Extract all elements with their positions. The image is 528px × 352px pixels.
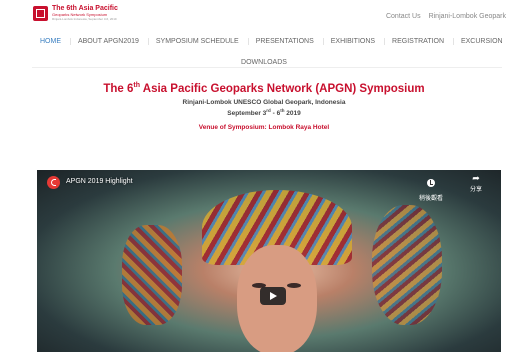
- logo-title[interactable]: The 6th Asia Pacific: [52, 5, 118, 12]
- apgn-logo-icon[interactable]: [33, 6, 48, 21]
- venue-text: Venue of Symposium: Lombok Raya Hotel: [198, 124, 330, 131]
- eye-right: [287, 283, 301, 288]
- contact-us-link[interactable]: Contact Us: [386, 13, 421, 20]
- location-line: Rinjani-Lombok UNESCO Global Geopark, In…: [182, 99, 346, 106]
- nav-item-excursion[interactable]: EXCURSION: [452, 38, 510, 45]
- nav-row: HOME ABOUT APGN2019 SYMPOSIUM SCHEDULE P…: [40, 38, 510, 45]
- nav-item-registration[interactable]: REGISTRATION: [384, 38, 451, 45]
- nav-item-downloads[interactable]: DOWNLOADS: [0, 59, 528, 66]
- watch-later-button[interactable]: 稍後觀看: [413, 174, 449, 202]
- nav-item-about[interactable]: ABOUT APGN2019: [69, 38, 146, 45]
- channel-avatar-icon[interactable]: [47, 176, 60, 189]
- date-line: September 3rd - 6th 2019: [0, 107, 528, 118]
- logo-subtitle-2: Rinjani-Lombok Indonesia, September 3-6,…: [52, 17, 117, 21]
- costume-right: [372, 205, 442, 325]
- share-icon: ➦: [472, 173, 480, 183]
- date-end: - 6: [270, 110, 281, 118]
- event-subtitle: Rinjani-Lombok UNESCO Global Geopark, In…: [0, 99, 528, 118]
- video-player[interactable]: APGN 2019 Highlight 稍後觀看 ➦ 分享: [37, 170, 501, 352]
- nav-item-home[interactable]: HOME: [40, 38, 68, 45]
- share-button[interactable]: ➦ 分享: [463, 173, 489, 194]
- date-start: September 3: [227, 110, 267, 118]
- clock-icon: [427, 179, 435, 187]
- video-title[interactable]: APGN 2019 Highlight: [66, 178, 133, 185]
- title-prefix: The 6: [103, 82, 134, 95]
- page-title: The 6th Asia Pacific Geoparks Network (A…: [0, 82, 528, 95]
- nav-item-schedule[interactable]: SYMPOSIUM SCHEDULE: [147, 38, 246, 45]
- watch-later-label: 稍後觀看: [418, 196, 443, 202]
- nav-item-presentations[interactable]: PRESENTATIONS: [247, 38, 321, 45]
- play-button[interactable]: [260, 287, 286, 305]
- top-links: Contact Us Rinjani-Lombok Geopark: [380, 13, 506, 20]
- nav-divider: [32, 67, 502, 68]
- share-label: 分享: [469, 187, 482, 193]
- geopark-link[interactable]: Rinjani-Lombok Geopark: [429, 13, 506, 20]
- costume-left: [122, 225, 182, 325]
- title-rest: Asia Pacific Geoparks Network (APGN) Sym…: [140, 82, 425, 95]
- top-bar: The 6th Asia Pacific Geoparks Network Sy…: [0, 0, 528, 30]
- nav-item-exhibitions[interactable]: EXHIBITIONS: [322, 38, 382, 45]
- date-year: 2019: [284, 110, 301, 118]
